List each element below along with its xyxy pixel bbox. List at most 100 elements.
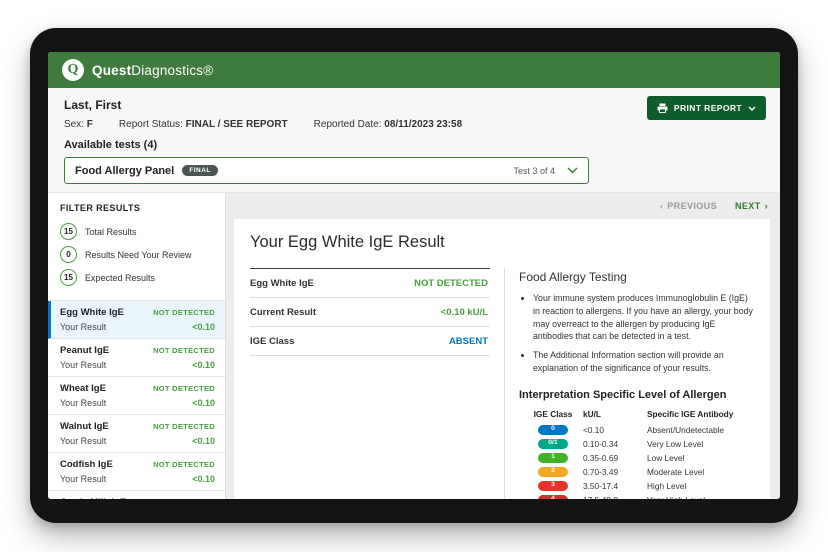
result-item-status: NOT DETECTED bbox=[153, 346, 215, 355]
table-row: Current Result <0.10 kU/L bbox=[250, 298, 490, 327]
result-item-status: NOT DETECTED bbox=[153, 308, 215, 317]
result-item-walnut[interactable]: Walnut IgE NOT DETECTED Your Result <0.10 bbox=[48, 415, 225, 453]
reported-date-field: Reported Date: 08/11/2023 23:58 bbox=[314, 119, 462, 130]
ige-range: 0.10-0.34 bbox=[583, 438, 619, 449]
result-item-name: Peanut IgE bbox=[60, 345, 110, 356]
ige-class-badge: 0/1 bbox=[538, 438, 568, 449]
filter-results-title: FILTER RESULTS bbox=[60, 203, 141, 213]
report-status-label: Report Status: bbox=[118, 119, 183, 130]
ige-range: 0.70-3.49 bbox=[583, 466, 619, 477]
report-status-value: FINAL / SEE REPORT bbox=[185, 119, 288, 130]
your-result-label: Your Result bbox=[60, 322, 107, 332]
table-row: 4 17.5-49.9 Very High Level bbox=[529, 494, 754, 500]
result-item-status: NOT DETECTED bbox=[153, 384, 215, 393]
interpretation-table-title: Interpretation Specific Level of Allerge… bbox=[519, 388, 727, 401]
brand-bar: Q QuestDiagnostics® bbox=[48, 52, 780, 88]
ige-level-label: Absent/Undetectable bbox=[647, 424, 725, 435]
stat-label: Results Need Your Review bbox=[85, 249, 192, 260]
sex-value: F bbox=[86, 119, 93, 130]
tablet-frame: Q QuestDiagnostics® Last, First PRINT RE… bbox=[30, 28, 798, 523]
chevron-left-icon: ‹ bbox=[659, 201, 664, 211]
stat-count-badge: 15 bbox=[60, 269, 77, 286]
col-header-antibody: Specific IGE Antibody bbox=[647, 408, 734, 419]
print-report-button[interactable]: PRINT REPORT bbox=[646, 96, 766, 120]
app-screen: Q QuestDiagnostics® Last, First PRINT RE… bbox=[48, 52, 780, 499]
table-row: 2 0.70-3.49 Moderate Level bbox=[529, 466, 754, 477]
table-row: 0/1 0.10-0.34 Very Low Level bbox=[529, 438, 754, 449]
results-sidebar: FILTER RESULTS 15 Total Results 0 Result… bbox=[48, 193, 226, 499]
result-item-value: <0.10 bbox=[192, 398, 215, 408]
result-pagination: ‹ PREVIOUS NEXT › bbox=[226, 193, 780, 219]
result-item-status: NOT DETECTED bbox=[153, 460, 215, 469]
result-item-value: <0.10 bbox=[192, 436, 215, 446]
main-column: ‹ PREVIOUS NEXT › Your Egg White IgE Res… bbox=[226, 193, 780, 499]
result-row-value: ABSENT bbox=[448, 336, 488, 347]
result-detail-body: Egg White IgE NOT DETECTED Current Resul… bbox=[250, 268, 754, 499]
filter-stats: 15 Total Results 0 Results Need Your Rev… bbox=[48, 223, 225, 301]
stat-expected-results[interactable]: 15 Expected Results bbox=[60, 269, 213, 286]
available-tests-label: Available tests (4) bbox=[64, 139, 158, 151]
result-item-codfish[interactable]: Codfish IgE NOT DETECTED Your Result <0.10 bbox=[48, 453, 225, 491]
stat-count-badge: 15 bbox=[60, 223, 77, 240]
result-item-cows-milk[interactable]: Cow's Milk IgENOT DETECTED Your Result<0… bbox=[48, 491, 225, 499]
previous-label: PREVIOUS bbox=[667, 201, 717, 211]
result-title: Your Egg White IgE Result bbox=[250, 233, 445, 251]
ige-range: 0.35-0.69 bbox=[583, 452, 619, 463]
reported-date-value: 08/11/2023 23:58 bbox=[384, 119, 463, 130]
result-item-egg-white[interactable]: Egg White IgE NOT DETECTED Your Result <0.… bbox=[48, 301, 225, 339]
stat-count-badge: 0 bbox=[60, 246, 77, 263]
result-row-label: Current Result bbox=[250, 307, 316, 318]
ige-class-badge: 2 bbox=[538, 466, 568, 477]
ige-class-badge: 0 bbox=[538, 424, 568, 435]
your-result-label: Your Result bbox=[60, 436, 107, 446]
reported-date-label: Reported Date: bbox=[313, 119, 382, 130]
ige-level-label: Very Low Level bbox=[647, 438, 704, 449]
final-badge: FINAL bbox=[182, 165, 218, 176]
patient-header: Last, First PRINT REPORT Sex: F Report S… bbox=[48, 88, 780, 193]
info-bullet: Your immune system produces Immunoglobul… bbox=[533, 292, 754, 343]
chevron-down-icon bbox=[567, 167, 578, 174]
brand-name-bold: Quest bbox=[92, 62, 132, 78]
brand-name: QuestDiagnostics® bbox=[92, 63, 213, 78]
report-status-field: Report Status: FINAL / SEE REPORT bbox=[119, 119, 288, 130]
result-values-table: Egg White IgE NOT DETECTED Current Resul… bbox=[250, 268, 490, 356]
result-item-value: <0.10 bbox=[192, 474, 215, 484]
previous-result-button[interactable]: ‹ PREVIOUS bbox=[660, 201, 717, 211]
sex-field: Sex: F bbox=[64, 119, 93, 130]
result-item-peanut[interactable]: Peanut IgE NOT DETECTED Your Result <0.10 bbox=[48, 339, 225, 377]
result-item-wheat[interactable]: Wheat IgE NOT DETECTED Your Result <0.10 bbox=[48, 377, 225, 415]
col-header-ige-class: IGE Class bbox=[533, 408, 573, 419]
info-bullet-list: Your immune system produces Immunoglobul… bbox=[519, 292, 754, 375]
next-label: NEXT bbox=[734, 201, 761, 211]
result-item-name: Walnut IgE bbox=[60, 421, 109, 432]
ige-range: 17.5-49.9 bbox=[583, 495, 641, 500]
ige-class-badge: 3 bbox=[538, 480, 568, 491]
ige-range: <0.10 bbox=[583, 424, 604, 435]
interpretation-table-header: IGE Class kU/L Specific IGE Antibody bbox=[529, 409, 754, 419]
chevron-right-icon: › bbox=[764, 201, 768, 211]
table-row: Egg White IgE NOT DETECTED bbox=[250, 269, 490, 298]
info-bullet: The Additional Information section will … bbox=[533, 349, 754, 375]
stat-need-review[interactable]: 0 Results Need Your Review bbox=[60, 246, 213, 263]
interpretation-table: IGE Class kU/L Specific IGE Antibody 0 <… bbox=[529, 409, 754, 500]
result-list: Egg White IgE NOT DETECTED Your Result <0.… bbox=[48, 301, 225, 499]
patient-info-row: Sex: F Report Status: FINAL / SEE REPORT… bbox=[64, 119, 764, 130]
next-result-button[interactable]: NEXT › bbox=[735, 201, 768, 211]
your-result-label: Your Result bbox=[60, 360, 107, 370]
col-header-kul: kU/L bbox=[583, 408, 601, 419]
stat-label: Total Results bbox=[85, 226, 137, 237]
ige-class-badge: 1 bbox=[538, 452, 568, 463]
ige-range: 3.50-17.4 bbox=[583, 480, 619, 491]
your-result-label: Your Result bbox=[60, 474, 107, 484]
your-result-label: Your Result bbox=[60, 398, 107, 408]
table-row: 3 3.50-17.4 High Level bbox=[529, 480, 754, 491]
table-row: 0 <0.10 Absent/Undetectable bbox=[529, 424, 754, 435]
test-selector-dropdown[interactable]: Food Allergy Panel FINAL Test 3 of 4 bbox=[64, 157, 589, 184]
result-row-value: <0.10 kU/L bbox=[440, 307, 488, 318]
content-area: FILTER RESULTS 15 Total Results 0 Result… bbox=[48, 193, 780, 499]
info-panel: Food Allergy Testing Your immune system … bbox=[504, 268, 754, 499]
stat-label: Expected Results bbox=[85, 272, 156, 283]
result-item-status: NOT DETECTED bbox=[153, 498, 215, 499]
stat-total-results[interactable]: 15 Total Results bbox=[60, 223, 213, 240]
selected-test-name: Food Allergy Panel bbox=[75, 164, 175, 177]
